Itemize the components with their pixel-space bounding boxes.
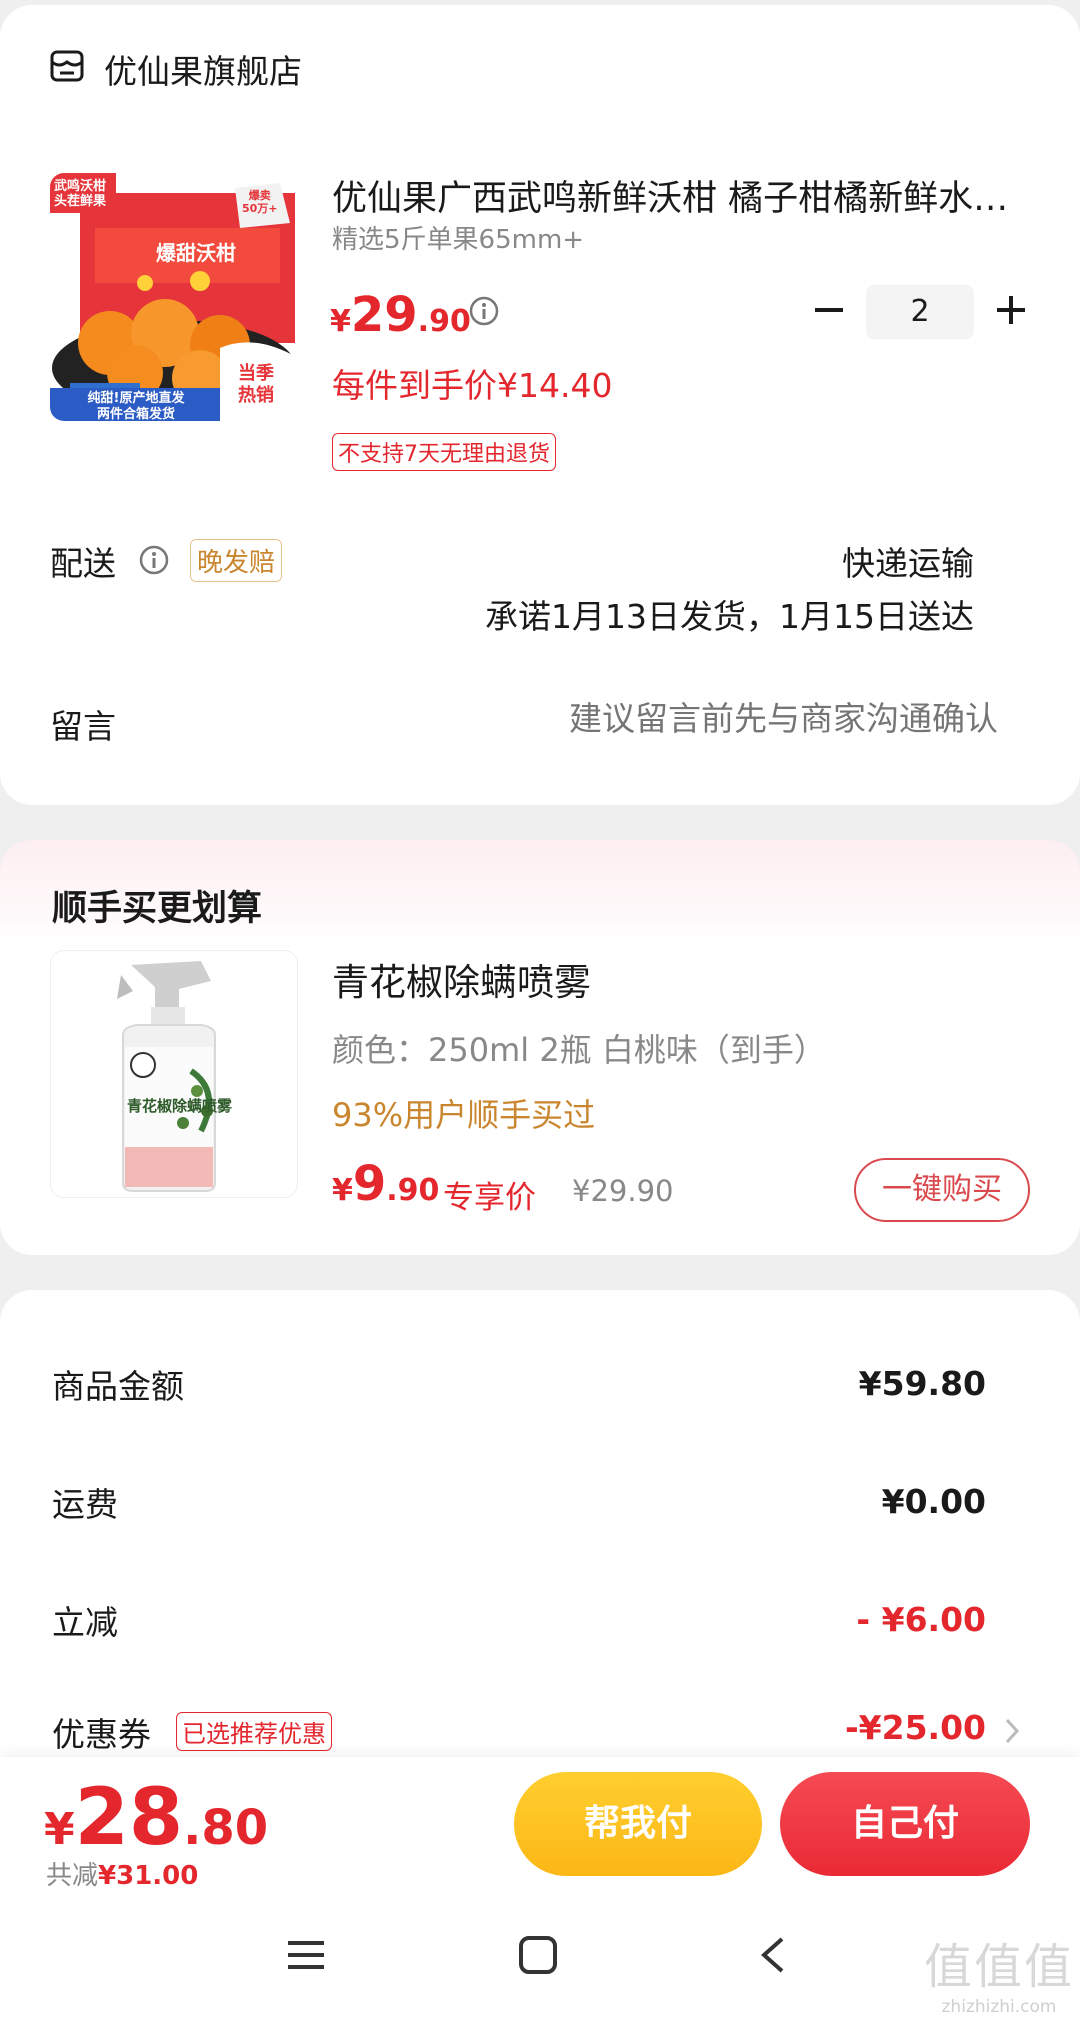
one-click-buy-button[interactable]: 一键购买 — [854, 1158, 1030, 1222]
delivery-method[interactable]: 快递运输 — [842, 537, 974, 585]
chevron-right-icon[interactable] — [1002, 1714, 1022, 1748]
quantity-minus-button[interactable] — [812, 293, 846, 327]
image-tag-sales: 爆卖 50万+ — [242, 189, 278, 215]
summary-label-shipping: 运费 — [52, 1485, 118, 1524]
checkout-bar: ¥28.80 共减¥31.00 帮我付 自己付 — [0, 1757, 1080, 1897]
message-input[interactable] — [438, 699, 998, 738]
upsell-product-image[interactable]: 青花椒除螨喷雾 — [50, 950, 298, 1198]
upsell-original-price: ¥29.90 — [572, 1174, 674, 1208]
product-title[interactable]: 优仙果广西武鸣新鲜沃柑 橘子柑橘新鲜水果当季整箱 — [332, 170, 1032, 221]
pay-myself-button[interactable]: 自己付 — [780, 1772, 1030, 1876]
upsell-price: ¥9.90 — [332, 1156, 440, 1212]
per-item-price: 每件到手价¥14.40 — [332, 366, 613, 405]
summary-label-discount: 立减 — [52, 1603, 118, 1642]
upsell-exclusive-label: 专享价 — [443, 1180, 536, 1216]
back-icon[interactable] — [756, 1933, 788, 1977]
summary-value-goods: ¥59.80 — [858, 1364, 986, 1403]
message-label: 留言 — [50, 707, 116, 746]
no-return-badge: 不支持7天无理由退货 — [332, 433, 556, 471]
summary-label-goods: 商品金额 — [52, 1367, 184, 1406]
summary-label-coupon[interactable]: 优惠券 — [52, 1708, 151, 1756]
store-name[interactable]: 优仙果旗舰店 — [104, 45, 302, 93]
quantity-plus-button[interactable] — [994, 293, 1028, 327]
product-image[interactable]: 武鸣沃柑 头茬鲜果 爆卖 50万+ 爆甜沃柑 纯甜!原产地直发 两件合箱发货 当… — [50, 173, 298, 421]
coupon-recommended-badge: 已选推荐优惠 — [176, 1712, 332, 1751]
order-card: 优仙果旗舰店 武鸣沃柑 头茬鲜果 爆卖 50万+ 爆甜沃柑 纯甜!原产地直发 两… — [0, 5, 1080, 805]
image-tag-season: 当季 热销 — [238, 363, 274, 406]
delivery-promise: 承诺1月13日发货，1月15日送达 — [485, 597, 974, 636]
summary-value-shipping: ¥0.00 — [881, 1482, 986, 1521]
summary-value-coupon[interactable]: -¥25.00 — [845, 1708, 986, 1747]
upsell-title: 顺手买更划算 — [52, 889, 263, 929]
delivery-label: 配送 — [50, 544, 116, 583]
store-icon — [50, 50, 84, 82]
delivery-info-icon[interactable] — [138, 544, 170, 576]
product-spec: 精选5斤单果65mm+ — [332, 225, 585, 255]
recent-apps-icon[interactable] — [284, 1933, 328, 1977]
home-icon[interactable] — [516, 1933, 560, 1977]
total-price: ¥28.80 — [44, 1773, 269, 1863]
upsell-product-name[interactable]: 青花椒除螨喷雾 — [332, 952, 591, 1006]
image-banner: 爆甜沃柑 — [156, 241, 236, 265]
image-tag-origin: 武鸣沃柑 头茬鲜果 — [54, 179, 107, 209]
product-price: ¥29.90 — [330, 287, 471, 343]
system-nav-bar: 值值值 zhizhizhi.com — [0, 1897, 1080, 2023]
upsell-social-proof: 93%用户顺手买过 — [332, 1096, 596, 1134]
image-tag-shipping: 纯甜!原产地直发 两件合箱发货 — [87, 391, 185, 421]
late-delivery-badge: 晚发赔 — [190, 539, 283, 582]
help-me-pay-button[interactable]: 帮我付 — [514, 1772, 762, 1876]
upsell-card: 顺手买更划算 青花椒除螨喷雾 青花椒除螨喷雾 颜色：250ml 2瓶 白桃味（到… — [0, 840, 1080, 1255]
quantity-input[interactable]: 2 — [866, 285, 974, 339]
upsell-image-label: 青花椒除螨喷雾 — [127, 1097, 233, 1115]
price-info-icon[interactable] — [468, 295, 500, 327]
total-saved: 共减¥31.00 — [46, 1861, 199, 1891]
watermark: 值值值 zhizhizhi.com — [924, 1939, 1075, 2017]
summary-value-discount: - ¥6.00 — [856, 1600, 986, 1639]
upsell-product-spec[interactable]: 颜色：250ml 2瓶 白桃味（到手） — [332, 1025, 826, 1071]
